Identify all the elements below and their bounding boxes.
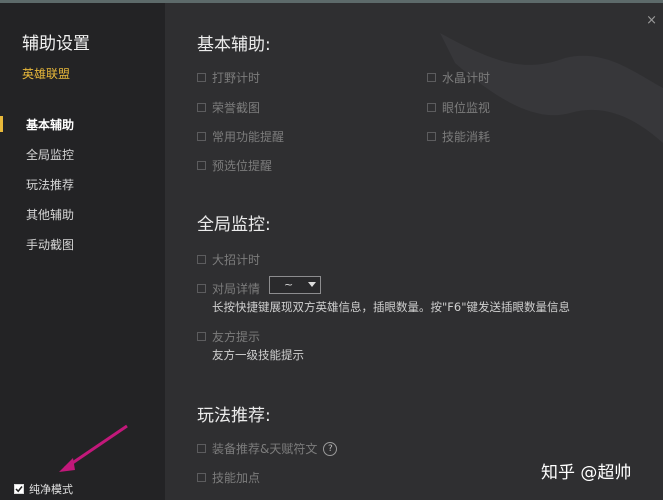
option-ally-hint[interactable]: 友方提示: [197, 328, 260, 345]
option-skill-order[interactable]: 技能加点: [197, 469, 260, 486]
option-label: 预选位提醒: [212, 159, 273, 173]
pure-mode-label: 纯净模式: [29, 483, 73, 496]
section-title-play: 玩法推荐:: [197, 406, 271, 426]
active-item-marker: [0, 116, 3, 132]
section-title-global: 全局监控:: [197, 215, 271, 235]
checkbox-icon: [197, 284, 206, 293]
option-ult-timer[interactable]: 大招计时: [197, 251, 260, 268]
hotkey-dropdown[interactable]: ~: [269, 276, 321, 294]
option-label: 友方提示: [212, 330, 261, 344]
checkbox-icon: [197, 444, 206, 453]
option-skill-cost[interactable]: 技能消耗: [427, 128, 490, 145]
sidebar-item-other[interactable]: 其他辅助: [26, 206, 74, 223]
checkbox-icon: [197, 255, 206, 264]
option-label: 技能加点: [212, 471, 261, 485]
checkbox-icon: [427, 132, 436, 141]
option-honor-screenshot[interactable]: 荣誉截图: [197, 99, 260, 116]
option-label: 装备推荐&天赋符文: [212, 442, 318, 456]
option-label: 常用功能提醒: [212, 130, 285, 144]
option-preselect-reminder[interactable]: 预选位提醒: [197, 157, 272, 174]
checkbox-icon: [427, 73, 436, 82]
checkbox-icon: [197, 161, 206, 170]
checkbox-icon: [197, 473, 206, 482]
ally-hint-description: 友方一级技能提示: [212, 348, 304, 362]
main-panel: × 基本辅助: 打野计时 水晶计时 荣誉截图 眼位监视 常用功能提醒 技能消耗 …: [165, 3, 663, 500]
check-icon: [14, 484, 24, 494]
sidebar-item-global[interactable]: 全局监控: [26, 146, 74, 163]
section-title-basic: 基本辅助:: [197, 35, 271, 55]
option-label: 水晶计时: [442, 71, 491, 85]
option-label: 大招计时: [212, 253, 261, 267]
game-name: 英雄联盟: [22, 67, 71, 81]
sidebar-item-screenshot[interactable]: 手动截图: [26, 236, 74, 253]
option-label: 打野计时: [212, 71, 261, 85]
checkbox-icon: [427, 103, 436, 112]
watermark: 知乎 @超帅: [541, 463, 632, 483]
checkbox-icon: [197, 73, 206, 82]
sidebar-title: 辅助设置: [22, 34, 90, 54]
option-item-rune-recommend[interactable]: 装备推荐&天赋符文?: [197, 440, 338, 457]
annotation-arrow-icon: [59, 424, 128, 472]
option-label: 技能消耗: [442, 130, 491, 144]
checkbox-icon: [197, 332, 206, 341]
option-label: 对局详情: [212, 282, 261, 296]
pure-mode-checkbox[interactable]: 纯净模式: [14, 481, 73, 497]
chevron-down-icon: [308, 282, 316, 287]
match-detail-description: 长按快捷键展现双方英雄信息，插眼数量。按"F6"键发送插眼数量信息: [212, 300, 571, 314]
option-label: 眼位监视: [442, 101, 491, 115]
option-crystal-timer[interactable]: 水晶计时: [427, 69, 490, 86]
dropdown-value: ~: [284, 278, 294, 291]
sidebar-item-play[interactable]: 玩法推荐: [26, 176, 74, 193]
option-match-detail[interactable]: 对局详情: [197, 280, 260, 297]
close-icon[interactable]: ×: [646, 13, 657, 28]
help-icon[interactable]: ?: [323, 441, 338, 456]
option-jungle-timer[interactable]: 打野计时: [197, 69, 260, 86]
option-label: 荣誉截图: [212, 101, 261, 115]
checkbox-icon: [197, 103, 206, 112]
option-ward-monitor[interactable]: 眼位监视: [427, 99, 490, 116]
option-common-reminder[interactable]: 常用功能提醒: [197, 128, 284, 145]
checkbox-icon: [197, 132, 206, 141]
sidebar-item-basic[interactable]: 基本辅助: [26, 116, 74, 133]
